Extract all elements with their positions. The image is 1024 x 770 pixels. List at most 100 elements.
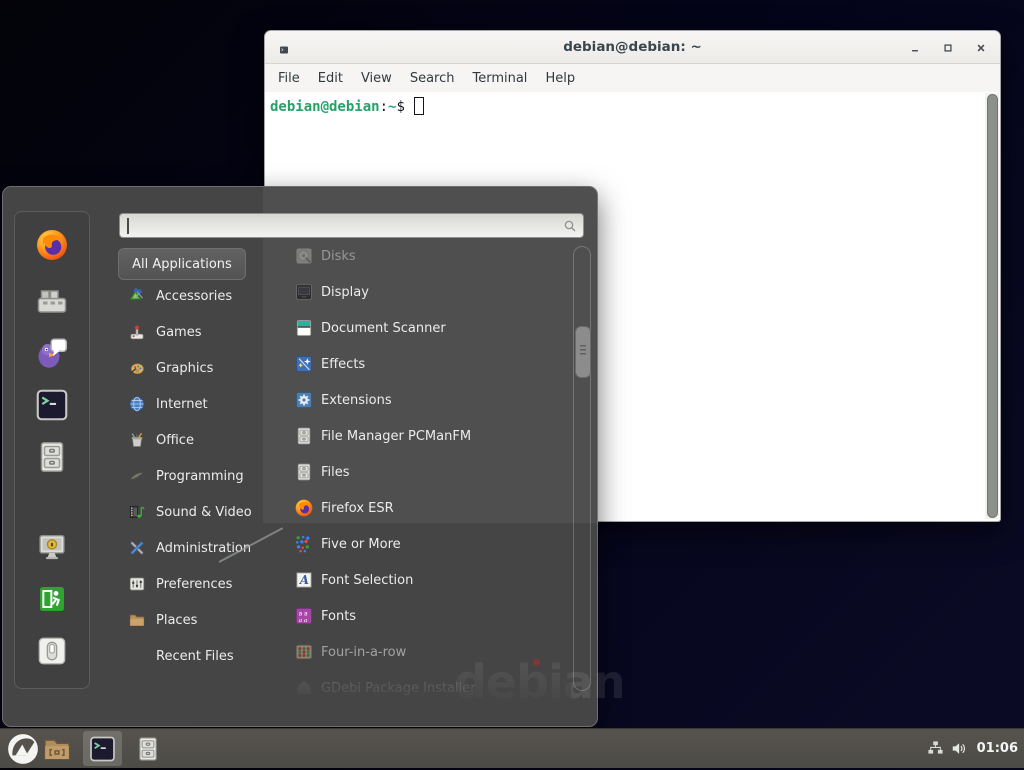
category-accessories[interactable]: Accessories	[118, 278, 268, 314]
menubar-item-edit[interactable]: Edit	[309, 67, 352, 90]
category-programming[interactable]: Programming	[118, 458, 268, 494]
app-label: Five or More	[321, 537, 401, 552]
app-row-gdebi-package-installer[interactable]: GDebi Package Installer	[265, 670, 571, 706]
category-label: Preferences	[156, 577, 232, 592]
app-label: File Manager PCManFM	[321, 429, 471, 444]
document-scanner-icon	[294, 318, 314, 338]
minimize-button[interactable]	[908, 40, 922, 54]
category-administration[interactable]: Administration	[118, 530, 268, 566]
file-cabinet-icon	[294, 462, 314, 482]
administration-icon	[128, 539, 146, 557]
category-label: Programming	[156, 469, 244, 484]
programming-icon	[128, 467, 146, 485]
all-applications-button[interactable]: All Applications	[118, 248, 246, 280]
panel-launcher-file-manager[interactable]	[42, 734, 72, 764]
close-button[interactable]	[974, 40, 988, 54]
app-row-file-manager-pcmanfm[interactable]: File Manager PCManFM	[265, 418, 571, 454]
terminal-window-title: debian@debian: ~	[265, 39, 1000, 55]
svg-text:a a: a a	[299, 618, 308, 624]
panel-launcher-terminal[interactable]	[88, 734, 117, 763]
five-or-more-icon	[294, 534, 314, 554]
four-in-a-row-icon	[294, 642, 314, 662]
tray-icons	[927, 740, 968, 757]
menubar-item-search[interactable]: Search	[401, 67, 464, 90]
app-label: Disks	[321, 249, 356, 264]
terminal-prompt: debian@debian:~$	[270, 97, 424, 115]
application-menu: debian All Applications AccessoriesGames…	[2, 186, 598, 727]
app-label: Effects	[321, 357, 365, 372]
category-places[interactable]: Places	[118, 602, 268, 638]
category-internet[interactable]: Internet	[118, 386, 268, 422]
internet-icon	[128, 395, 146, 413]
all-applications-label: All Applications	[132, 257, 232, 272]
category-label: Administration	[156, 541, 251, 556]
desktop: { "desktop": { "watermark_text": "debian…	[0, 0, 1024, 768]
favorite-firefox-esr[interactable]	[34, 227, 70, 263]
menubar-item-view[interactable]: View	[352, 67, 401, 90]
category-recent-files[interactable]: Recent Files	[118, 638, 268, 674]
app-row-font-selection[interactable]: AFont Selection	[265, 562, 571, 598]
menu-scrollbar[interactable]	[573, 246, 591, 691]
maximize-button[interactable]	[941, 40, 955, 54]
app-row-firefox-esr[interactable]: Firefox ESR	[265, 490, 571, 526]
effects-icon	[294, 354, 314, 374]
terminal-scrollbar-thumb[interactable]	[987, 94, 998, 518]
favorites-sidebar	[14, 211, 90, 689]
category-office[interactable]: Office	[118, 422, 268, 458]
window-controls	[908, 31, 988, 63]
panel-launcher-menu[interactable]	[6, 732, 40, 766]
app-row-extensions[interactable]: Extensions	[265, 382, 571, 418]
volume-icon[interactable]	[951, 740, 968, 757]
app-row-fonts[interactable]: a aa aFonts	[265, 598, 571, 634]
display-icon	[294, 282, 314, 302]
app-row-four-in-a-row[interactable]: Four-in-a-row	[265, 634, 571, 670]
search-caret	[127, 218, 129, 234]
app-row-disks[interactable]: Disks	[265, 238, 571, 274]
fonts-icon: a aa a	[294, 606, 314, 626]
app-row-five-or-more[interactable]: Five or More	[265, 526, 571, 562]
clock[interactable]: 01:06	[977, 741, 1018, 756]
menubar-item-help[interactable]: Help	[536, 67, 584, 90]
favorite-pidgin[interactable]	[34, 334, 70, 370]
app-row-files[interactable]: Files	[265, 454, 571, 490]
terminal-menubar: FileEditViewSearchTerminalHelp	[265, 64, 1000, 93]
terminal-titlebar[interactable]: debian@debian: ~	[265, 31, 1000, 64]
category-label: Games	[156, 325, 201, 340]
category-preferences[interactable]: Preferences	[118, 566, 268, 602]
category-label: Internet	[156, 397, 208, 412]
app-label: Files	[321, 465, 350, 480]
lock-screen-button[interactable]	[36, 531, 68, 563]
favorite-terminal[interactable]	[34, 387, 70, 423]
prompt-user-host: debian@debian	[270, 99, 380, 115]
category-label: Office	[156, 433, 194, 448]
category-label: Recent Files	[156, 649, 234, 664]
favorite-software[interactable]	[34, 282, 70, 318]
category-label: Graphics	[156, 361, 213, 376]
app-label: Font Selection	[321, 573, 413, 588]
log-out-button[interactable]	[36, 583, 68, 615]
category-games[interactable]: Games	[118, 314, 268, 350]
category-label: Sound & Video	[156, 505, 252, 520]
category-graphics[interactable]: Graphics	[118, 350, 268, 386]
menu-scrollbar-thumb[interactable]	[575, 326, 591, 378]
shut-down-button[interactable]	[36, 635, 68, 667]
prompt-symbol: $	[396, 99, 404, 115]
terminal-cursor	[414, 97, 424, 115]
bottom-panel: 01:06	[0, 728, 1024, 768]
app-row-effects[interactable]: Effects	[265, 346, 571, 382]
app-row-display[interactable]: Display	[265, 274, 571, 310]
menubar-item-file[interactable]: File	[269, 67, 309, 90]
games-icon	[128, 323, 146, 341]
terminal-scrollbar[interactable]	[985, 93, 999, 519]
disks-icon	[294, 246, 314, 266]
menubar-item-terminal[interactable]: Terminal	[463, 67, 536, 90]
app-row-document-scanner[interactable]: Document Scanner	[265, 310, 571, 346]
network-icon[interactable]	[927, 740, 944, 757]
menu-search-box[interactable]	[119, 213, 584, 238]
office-icon	[128, 431, 146, 449]
category-sound-video[interactable]: Sound & Video	[118, 494, 268, 530]
app-label: Firefox ESR	[321, 501, 394, 516]
terminal-window-icon	[278, 41, 290, 53]
panel-launcher-files[interactable]	[134, 735, 162, 763]
favorite-files[interactable]	[34, 439, 70, 475]
